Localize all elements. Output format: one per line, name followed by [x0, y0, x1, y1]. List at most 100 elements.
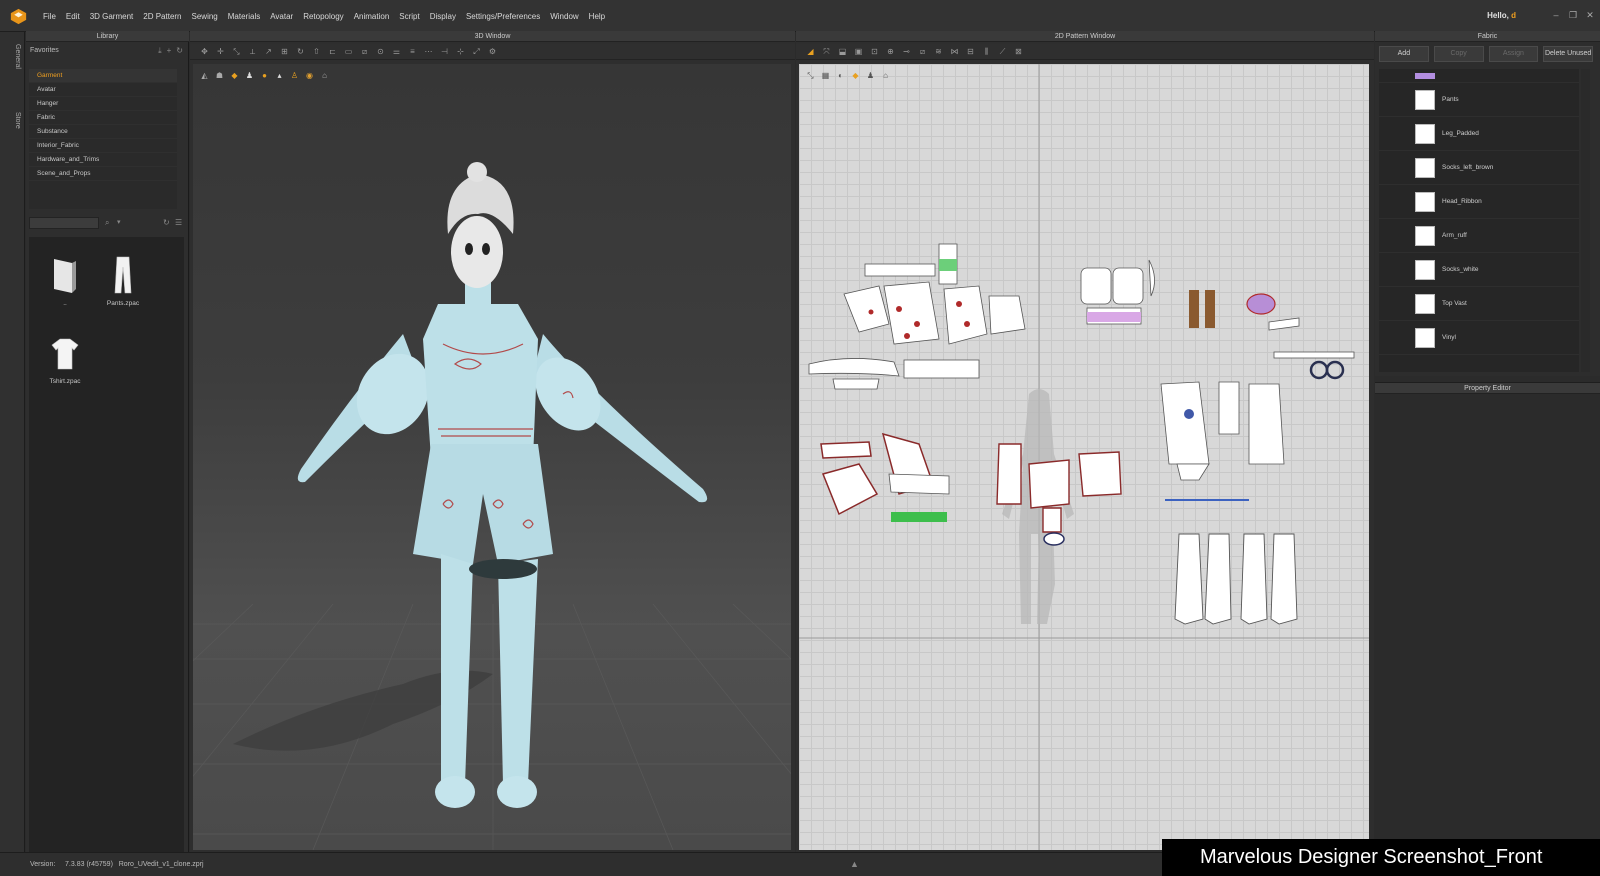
copy-fabric-button[interactable]: Copy	[1433, 46, 1484, 62]
restore-icon[interactable]: ❐	[1567, 9, 1579, 21]
pattern-display-icon[interactable]: ⤡	[806, 71, 815, 80]
tack-icon[interactable]: ⊟	[966, 47, 975, 56]
camera-icon[interactable]: ⌂	[881, 71, 890, 80]
edit-sewing-icon[interactable]: ⫼	[982, 47, 991, 56]
display-avatar-icon[interactable]: ☗	[215, 71, 224, 80]
menu-help[interactable]: Help	[584, 12, 610, 21]
texture-show-icon[interactable]: ◐	[836, 71, 845, 80]
tab-general[interactable]: General	[5, 44, 21, 69]
display-garment-icon[interactable]: ◭	[200, 71, 209, 80]
circle-icon[interactable]: ⊕	[886, 47, 895, 56]
menu-animation[interactable]: Animation	[349, 12, 395, 21]
menu-materials[interactable]: Materials	[223, 12, 265, 21]
person-icon[interactable]: ♙	[290, 71, 299, 80]
add-icon[interactable]: +	[167, 46, 172, 56]
segment-icon[interactable]: ▭	[344, 47, 353, 56]
free-sewing-icon[interactable]: ⋈	[950, 47, 959, 56]
puckering-icon[interactable]: ⊹	[456, 47, 465, 56]
transform-pattern-icon[interactable]: ⤧	[822, 47, 831, 56]
zipper-icon[interactable]: ⋯	[424, 47, 433, 56]
fabric-item[interactable]: Top Vast	[1379, 287, 1579, 321]
lift-icon[interactable]: ⇧	[312, 47, 321, 56]
ruler-icon[interactable]: ⟋	[998, 47, 1007, 56]
tree-item-fabric[interactable]: Fabric	[29, 111, 177, 125]
tree-item-interior-fabric[interactable]: Interior_Fabric	[29, 139, 177, 153]
menu-file[interactable]: File	[38, 12, 61, 21]
brush-icon[interactable]: ⤢	[472, 47, 481, 56]
transform-icon[interactable]: ✛	[216, 47, 225, 56]
file-item-pants[interactable]: Pants.zpac	[99, 255, 147, 307]
library-search-input[interactable]	[29, 217, 99, 229]
assign-fabric-button[interactable]: Assign	[1488, 46, 1539, 62]
polygon-icon[interactable]: ▣	[854, 47, 863, 56]
view-icon[interactable]: ▴	[275, 71, 284, 80]
avatar-show-icon[interactable]: ♟	[245, 71, 254, 80]
fabric-item[interactable]: Leg_Padded	[1379, 117, 1579, 151]
rotate-icon[interactable]: ↻	[296, 47, 305, 56]
fabric-scrollbar[interactable]	[1581, 69, 1590, 372]
menu-avatar[interactable]: Avatar	[265, 12, 298, 21]
edit-pattern-icon[interactable]: ◢	[806, 47, 815, 56]
internal-line-icon[interactable]: ⊸	[902, 47, 911, 56]
fabric-item[interactable]: Head_Ribbon	[1379, 185, 1579, 219]
app-logo-icon[interactable]	[10, 8, 27, 25]
minimize-icon[interactable]: –	[1550, 9, 1562, 21]
tree-item-garment[interactable]: Garment	[29, 69, 177, 83]
fold-icon[interactable]: ⟂	[248, 47, 257, 56]
segment-sewing-icon[interactable]: ≋	[934, 47, 943, 56]
search-icon[interactable]: ⌕	[105, 218, 109, 228]
camera-icon[interactable]: ⌂	[320, 71, 329, 80]
file-item-folder-up[interactable]: ..	[41, 255, 89, 307]
gizmo-icon[interactable]: ⊞	[280, 47, 289, 56]
topstitch-icon[interactable]: ⚌	[392, 47, 401, 56]
line-icon[interactable]: ⧄	[360, 47, 369, 56]
tape-icon[interactable]: ⚙	[488, 47, 497, 56]
refresh-icon[interactable]: ↻	[176, 46, 183, 56]
menu-script[interactable]: Script	[394, 12, 424, 21]
fabric-item[interactable]: Socks_left_brown	[1379, 151, 1579, 185]
tree-item-hardware-and-trims[interactable]: Hardware_and_Trims	[29, 153, 177, 167]
download-icon[interactable]: ⤓	[158, 46, 162, 56]
list-view-icon[interactable]: ☰	[175, 218, 182, 227]
select-move-icon[interactable]: ✥	[200, 47, 209, 56]
grid-icon[interactable]: ▦	[821, 71, 830, 80]
sphere-icon[interactable]: ◉	[305, 71, 314, 80]
chevron-down-icon[interactable]: ▾	[117, 218, 121, 226]
seam-icon[interactable]: ≡	[408, 47, 417, 56]
refresh-icon[interactable]: ↻	[163, 218, 170, 227]
fabric-item[interactable]: Arm_ruff	[1379, 219, 1579, 253]
shading-icon[interactable]: ●	[260, 71, 269, 80]
fabric-item[interactable]: Vinyl	[1379, 321, 1579, 355]
tree-item-avatar[interactable]: Avatar	[29, 83, 177, 97]
fabric-item[interactable]: Pants	[1379, 83, 1579, 117]
add-fabric-button[interactable]: Add	[1379, 46, 1429, 62]
fabric-item[interactable]	[1379, 69, 1579, 83]
fabric-item[interactable]: Socks_white	[1379, 253, 1579, 287]
delete-unused-button[interactable]: Delete Unused	[1543, 46, 1593, 62]
avatar-silhouette-icon[interactable]: ♟	[866, 71, 875, 80]
edit-point-icon[interactable]: ⬓	[838, 47, 847, 56]
2d-pattern-viewport[interactable]	[799, 64, 1369, 850]
tree-item-scene-and-props[interactable]: Scene_and_Props	[29, 167, 177, 181]
close-icon[interactable]: ✕	[1584, 9, 1596, 21]
pattern-fill-icon[interactable]: ◆	[851, 71, 860, 80]
trim-icon[interactable]: ⊣	[440, 47, 449, 56]
user-greeting[interactable]: Hello, d	[1487, 11, 1516, 20]
tree-item-hanger[interactable]: Hanger	[29, 97, 177, 111]
texture-icon[interactable]: ◆	[230, 71, 239, 80]
menu-retopology[interactable]: Retopology	[298, 12, 348, 21]
rectangle-icon[interactable]: ⊡	[870, 47, 879, 56]
3d-viewport[interactable]	[193, 64, 791, 850]
menu-display[interactable]: Display	[425, 12, 461, 21]
tree-item-substance[interactable]: Substance	[29, 125, 177, 139]
menu-edit[interactable]: Edit	[61, 12, 85, 21]
menu-sewing[interactable]: Sewing	[187, 12, 223, 21]
menu-settings-preferences[interactable]: Settings/Preferences	[461, 12, 545, 21]
menu-2d-pattern[interactable]: 2D Pattern	[138, 12, 186, 21]
dart-icon[interactable]: ⧄	[918, 47, 927, 56]
menu-window[interactable]: Window	[545, 12, 583, 21]
pin-icon[interactable]: ↗	[264, 47, 273, 56]
select-point-icon[interactable]: ⤡	[232, 47, 241, 56]
file-item-tshirt[interactable]: Tshirt.zpac	[41, 333, 89, 385]
tab-store[interactable]: Store	[5, 112, 21, 129]
